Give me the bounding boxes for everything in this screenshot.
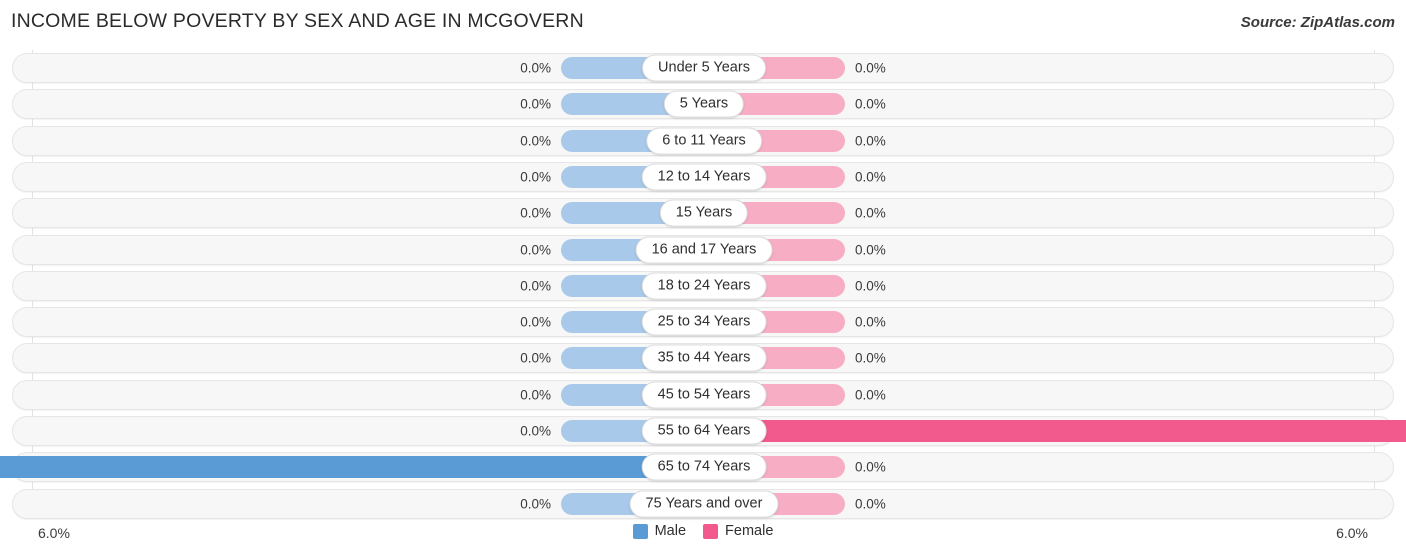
category-label: 5 Years	[663, 90, 745, 118]
value-label-female: 0.0%	[855, 96, 886, 112]
category-label: 15 Years	[659, 199, 749, 227]
value-label-female: 0.0%	[855, 387, 886, 403]
table-row: 0.0% 0.0% 16 and 17 Years	[12, 234, 1394, 265]
table-row: 0.0% 0.0% 35 to 44 Years	[12, 343, 1394, 374]
chart-plot-area: 0.0% 0.0% Under 5 Years 0.0% 0.0% 5 Years 0.0%…	[0, 50, 1406, 519]
source-attribution: Source: ZipAtlas.com	[1240, 14, 1395, 31]
category-label: 18 to 24 Years	[641, 272, 767, 300]
category-label: 55 to 64 Years	[641, 417, 767, 445]
value-label-male: 0.0%	[520, 205, 551, 221]
legend-item-male[interactable]: Male	[632, 523, 687, 539]
table-row: 0.0% 0.0% 18 to 24 Years	[12, 270, 1394, 301]
value-label-male: 0.0%	[520, 314, 551, 330]
category-label: 25 to 34 Years	[641, 308, 767, 336]
value-label-male: 0.0%	[520, 96, 551, 112]
value-label-female: 0.0%	[855, 496, 886, 512]
legend-item-female[interactable]: Female	[703, 523, 773, 539]
value-label-male: 0.0%	[520, 387, 551, 403]
category-label: 6 to 11 Years	[646, 127, 762, 155]
value-label-female: 0.0%	[855, 205, 886, 221]
legend-swatch-male-icon	[632, 523, 648, 539]
value-label-male: 0.0%	[520, 60, 551, 76]
value-label-male: 0.0%	[520, 242, 551, 257]
category-label: 45 to 54 Years	[641, 381, 767, 409]
page-title: INCOME BELOW POVERTY BY SEX AND AGE IN M…	[11, 10, 584, 32]
table-row: 0.0% 0.0% 25 to 34 Years	[12, 307, 1394, 338]
legend-swatch-female-icon	[703, 523, 719, 539]
chart-page: INCOME BELOW POVERTY BY SEX AND AGE IN M…	[0, 0, 1406, 559]
value-label-female: 0.0%	[855, 314, 886, 330]
value-label-male: 0.0%	[520, 133, 551, 149]
category-label: 16 and 17 Years	[635, 236, 773, 263]
table-row: 5.1% 0.0% 65 to 74 Years	[0, 452, 1394, 483]
table-row: 0.0% 0.0% 15 Years	[12, 198, 1394, 229]
legend-label-male: Male	[654, 523, 687, 539]
value-label-female: 0.0%	[855, 169, 886, 185]
chart-legend: Male Female	[0, 523, 1406, 539]
bar-female: 4.5%	[704, 420, 1406, 442]
value-label-male: 0.0%	[520, 169, 551, 185]
table-row: 4.5% 0.0% 55 to 64 Years	[12, 416, 1406, 446]
value-label-male: 0.0%	[520, 278, 551, 294]
value-label-female: 0.0%	[855, 459, 886, 475]
value-label-male: 0.0%	[520, 350, 551, 366]
value-label-male: 0.0%	[520, 496, 551, 512]
category-label: 65 to 74 Years	[641, 453, 767, 481]
bar-male: 5.1%	[0, 456, 702, 479]
category-label: 75 Years and over	[629, 490, 779, 518]
table-row: 0.0% 0.0% 5 Years	[12, 89, 1394, 120]
category-label: Under 5 Years	[642, 54, 766, 82]
value-label-female: 0.0%	[855, 278, 886, 294]
value-label-male: 0.0%	[520, 423, 551, 439]
category-label: 35 to 44 Years	[641, 344, 767, 372]
legend-label-female: Female	[725, 523, 774, 539]
value-label-female: 0.0%	[855, 350, 886, 366]
value-label-female: 0.0%	[855, 242, 886, 257]
category-label: 12 to 14 Years	[641, 163, 767, 191]
table-row: 0.0% 0.0% 6 to 11 Years	[12, 125, 1394, 156]
value-label-female: 0.0%	[855, 60, 886, 76]
table-row: 0.0% 0.0% Under 5 Years	[12, 53, 1394, 83]
table-row: 0.0% 0.0% 75 Years and over	[12, 488, 1394, 519]
table-row: 0.0% 0.0% 12 to 14 Years	[12, 161, 1394, 192]
table-row: 0.0% 0.0% 45 to 54 Years	[12, 379, 1394, 410]
value-label-female: 0.0%	[855, 133, 886, 149]
